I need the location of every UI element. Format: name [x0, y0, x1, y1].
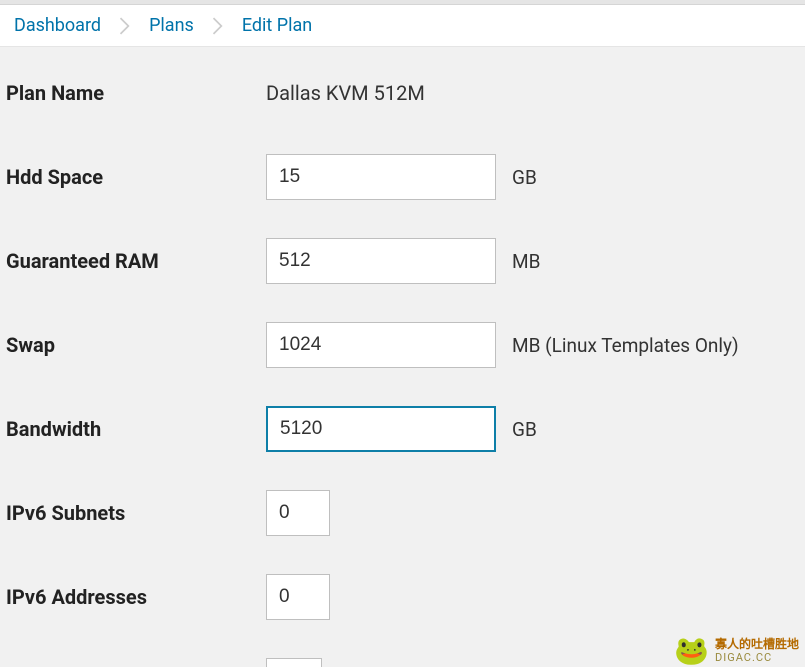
bandwidth-input[interactable]	[266, 406, 496, 452]
hdd-space-input[interactable]	[266, 154, 496, 200]
row-ipv6-subnets: IPv6 Subnets	[0, 471, 805, 555]
label-ipv6-addresses: IPv6 Addresses	[4, 585, 266, 609]
label-bandwidth: Bandwidth	[4, 417, 266, 441]
label-ram: Guaranteed RAM	[4, 249, 266, 273]
swap-input[interactable]	[266, 322, 496, 368]
chevron-right-icon	[212, 17, 224, 35]
watermark: 🐸 寡人的吐槽胜地 DIGAC.CC	[674, 637, 799, 665]
breadcrumb-link-editplan[interactable]: Edit Plan	[242, 15, 312, 36]
unit-ram: MB	[512, 250, 540, 273]
row-ipv6-addresses: IPv6 Addresses	[0, 555, 805, 639]
breadcrumb-link-dashboard[interactable]: Dashboard	[14, 15, 101, 36]
label-ipv6-subnets: IPv6 Subnets	[4, 501, 266, 525]
breadcrumb-link-plans[interactable]: Plans	[149, 15, 194, 36]
cpu-cores-input[interactable]	[266, 658, 322, 667]
row-bandwidth: Bandwidth GB	[0, 387, 805, 471]
edit-plan-form: Plan Name Dallas KVM 512M Hdd Space GB G…	[0, 47, 805, 667]
watermark-line2: DIGAC.CC	[715, 652, 799, 664]
label-hdd-space: Hdd Space	[4, 165, 266, 189]
chevron-right-icon	[119, 17, 131, 35]
label-plan-name: Plan Name	[4, 81, 266, 105]
ipv6-addresses-input[interactable]	[266, 574, 330, 620]
row-hdd-space: Hdd Space GB	[0, 135, 805, 219]
breadcrumb: Dashboard Plans Edit Plan	[0, 5, 805, 47]
row-swap: Swap MB (Linux Templates Only)	[0, 303, 805, 387]
frog-icon: 🐸	[674, 637, 709, 665]
watermark-line1: 寡人的吐槽胜地	[715, 638, 799, 651]
ram-input[interactable]	[266, 238, 496, 284]
value-plan-name: Dallas KVM 512M	[266, 81, 425, 105]
row-ram: Guaranteed RAM MB	[0, 219, 805, 303]
unit-hdd-space: GB	[512, 166, 537, 189]
row-plan-name: Plan Name Dallas KVM 512M	[0, 51, 805, 135]
ipv6-subnets-input[interactable]	[266, 490, 330, 536]
unit-bandwidth: GB	[512, 418, 537, 441]
unit-swap: MB (Linux Templates Only)	[512, 334, 739, 357]
label-swap: Swap	[4, 333, 266, 357]
